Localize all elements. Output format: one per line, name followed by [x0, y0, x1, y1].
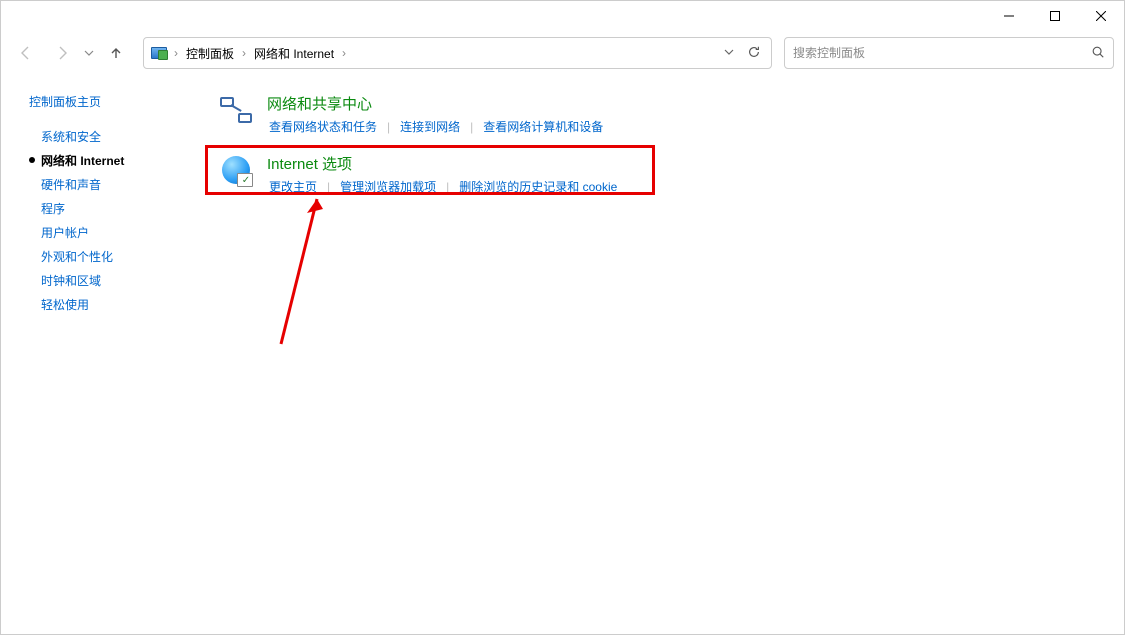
link-separator: |: [438, 180, 457, 194]
category-network-sharing: 网络和共享中心 查看网络状态和任务 | 连接到网络 | 查看网络计算机和设备: [201, 93, 1104, 135]
category-links: 查看网络状态和任务 | 连接到网络 | 查看网络计算机和设备: [267, 118, 605, 135]
link-delete-history[interactable]: 删除浏览的历史记录和 cookie: [457, 178, 619, 195]
sidebar-item-ease-of-access[interactable]: 轻松使用: [29, 292, 201, 316]
address-bar[interactable]: › 控制面板 › 网络和 Internet ›: [143, 37, 772, 69]
category-title-network-sharing[interactable]: 网络和共享中心: [267, 93, 605, 114]
sidebar-item-label: 程序: [41, 200, 65, 217]
control-panel-icon: [150, 44, 168, 62]
chevron-right-icon: ›: [240, 46, 248, 60]
link-separator: |: [319, 180, 338, 194]
category-title-internet-options[interactable]: Internet 选项: [267, 153, 619, 174]
link-view-network-devices[interactable]: 查看网络计算机和设备: [481, 118, 605, 135]
chevron-right-icon: ›: [172, 46, 180, 60]
sidebar-item-hardware-sound[interactable]: 硬件和声音: [29, 172, 201, 196]
sidebar-item-network-internet[interactable]: 网络和 Internet: [29, 148, 201, 172]
sidebar-item-system-security[interactable]: 系统和安全: [29, 124, 201, 148]
minimize-button[interactable]: [986, 1, 1032, 31]
sidebar-item-label: 用户帐户: [41, 224, 89, 241]
sidebar-item-label: 时钟和区域: [41, 272, 101, 289]
sidebar-home-link[interactable]: 控制面板主页: [29, 93, 201, 110]
category-internet-options: ✓ Internet 选项 更改主页 | 管理浏览器加载项 | 删除浏览的历史记…: [201, 153, 1104, 195]
maximize-button[interactable]: [1032, 1, 1078, 31]
sidebar-item-label: 硬件和声音: [41, 176, 101, 193]
sidebar-item-programs[interactable]: 程序: [29, 196, 201, 220]
breadcrumb: 控制面板 › 网络和 Internet ›: [184, 43, 348, 64]
sidebar-item-user-accounts[interactable]: 用户帐户: [29, 220, 201, 244]
search-icon[interactable]: [1091, 45, 1105, 62]
link-separator: |: [379, 120, 398, 134]
titlebar: [1, 1, 1124, 31]
nav-row: › 控制面板 › 网络和 Internet ›: [1, 31, 1124, 75]
link-separator: |: [462, 120, 481, 134]
link-connect-network[interactable]: 连接到网络: [398, 118, 462, 135]
sidebar: 控制面板主页 系统和安全 网络和 Internet 硬件和声音 程序 用户帐户 …: [1, 93, 201, 634]
link-view-network-status[interactable]: 查看网络状态和任务: [267, 118, 379, 135]
forward-button[interactable]: [47, 38, 77, 68]
sidebar-item-label: 外观和个性化: [41, 248, 113, 265]
control-panel-window: › 控制面板 › 网络和 Internet ›: [0, 0, 1125, 635]
sidebar-list: 系统和安全 网络和 Internet 硬件和声音 程序 用户帐户 外观和个性化 …: [29, 124, 201, 316]
back-button[interactable]: [11, 38, 41, 68]
sidebar-item-label: 轻松使用: [41, 296, 89, 313]
sidebar-item-clock-region[interactable]: 时钟和区域: [29, 268, 201, 292]
refresh-button[interactable]: [747, 45, 761, 62]
recent-locations-button[interactable]: [83, 48, 95, 58]
link-change-homepage[interactable]: 更改主页: [267, 178, 319, 195]
sidebar-item-label: 系统和安全: [41, 128, 101, 145]
sidebar-item-appearance[interactable]: 外观和个性化: [29, 244, 201, 268]
globe-icon: ✓: [219, 153, 253, 187]
up-button[interactable]: [101, 38, 131, 68]
network-icon: [219, 93, 253, 127]
close-button[interactable]: [1078, 1, 1124, 31]
crumb-network-internet[interactable]: 网络和 Internet: [252, 43, 336, 64]
category-links: 更改主页 | 管理浏览器加载项 | 删除浏览的历史记录和 cookie: [267, 178, 619, 195]
address-history-chevron[interactable]: [723, 46, 735, 61]
sidebar-item-label: 网络和 Internet: [41, 152, 124, 169]
link-manage-addons[interactable]: 管理浏览器加载项: [338, 178, 438, 195]
search-box[interactable]: [784, 37, 1114, 69]
search-input[interactable]: [793, 46, 1085, 60]
chevron-right-icon: ›: [340, 46, 348, 60]
main-panel: 网络和共享中心 查看网络状态和任务 | 连接到网络 | 查看网络计算机和设备 ✓: [201, 93, 1124, 634]
content-body: 控制面板主页 系统和安全 网络和 Internet 硬件和声音 程序 用户帐户 …: [1, 75, 1124, 634]
annotation-arrow: [271, 189, 331, 349]
crumb-control-panel[interactable]: 控制面板: [184, 43, 236, 64]
